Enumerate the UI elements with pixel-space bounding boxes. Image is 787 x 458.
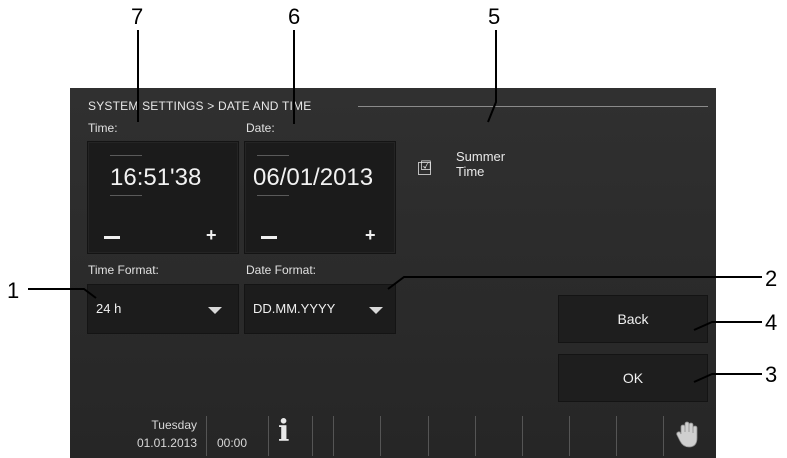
callout-leaders [28,30,762,383]
